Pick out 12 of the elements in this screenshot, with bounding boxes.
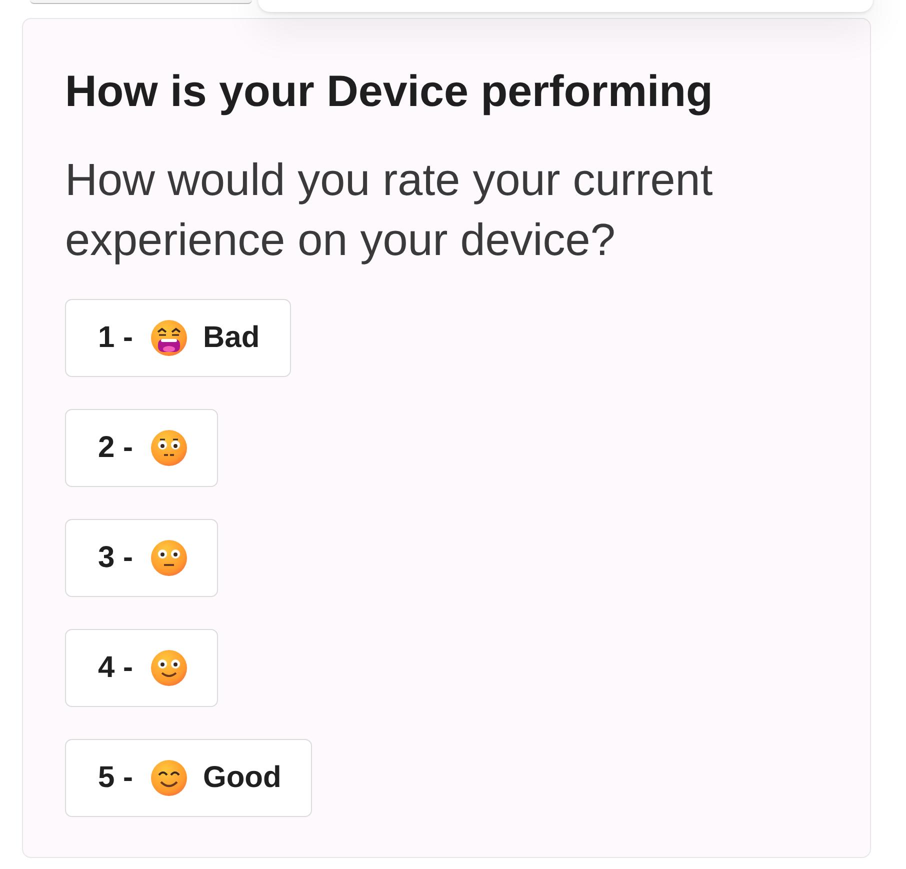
smiling-face-icon — [151, 650, 188, 686]
rating-option-button[interactable]: 4 - — [65, 629, 218, 707]
rating-option-button[interactable]: 2 - — [65, 409, 218, 487]
rating-option-button[interactable]: 5 - Good — [65, 739, 312, 817]
tired-face-icon — [151, 320, 188, 356]
neutral-face-icon — [151, 540, 188, 576]
flushed-face-icon — [151, 430, 188, 466]
rating-option-button[interactable]: 3 - — [65, 519, 218, 597]
survey-title: How is your Device performing — [65, 66, 714, 118]
happy-face-icon — [151, 760, 188, 796]
rating-option-button[interactable]: 1 - Bad — [65, 299, 291, 377]
survey-question: How would you rate your current experience on your device? — [65, 153, 714, 267]
